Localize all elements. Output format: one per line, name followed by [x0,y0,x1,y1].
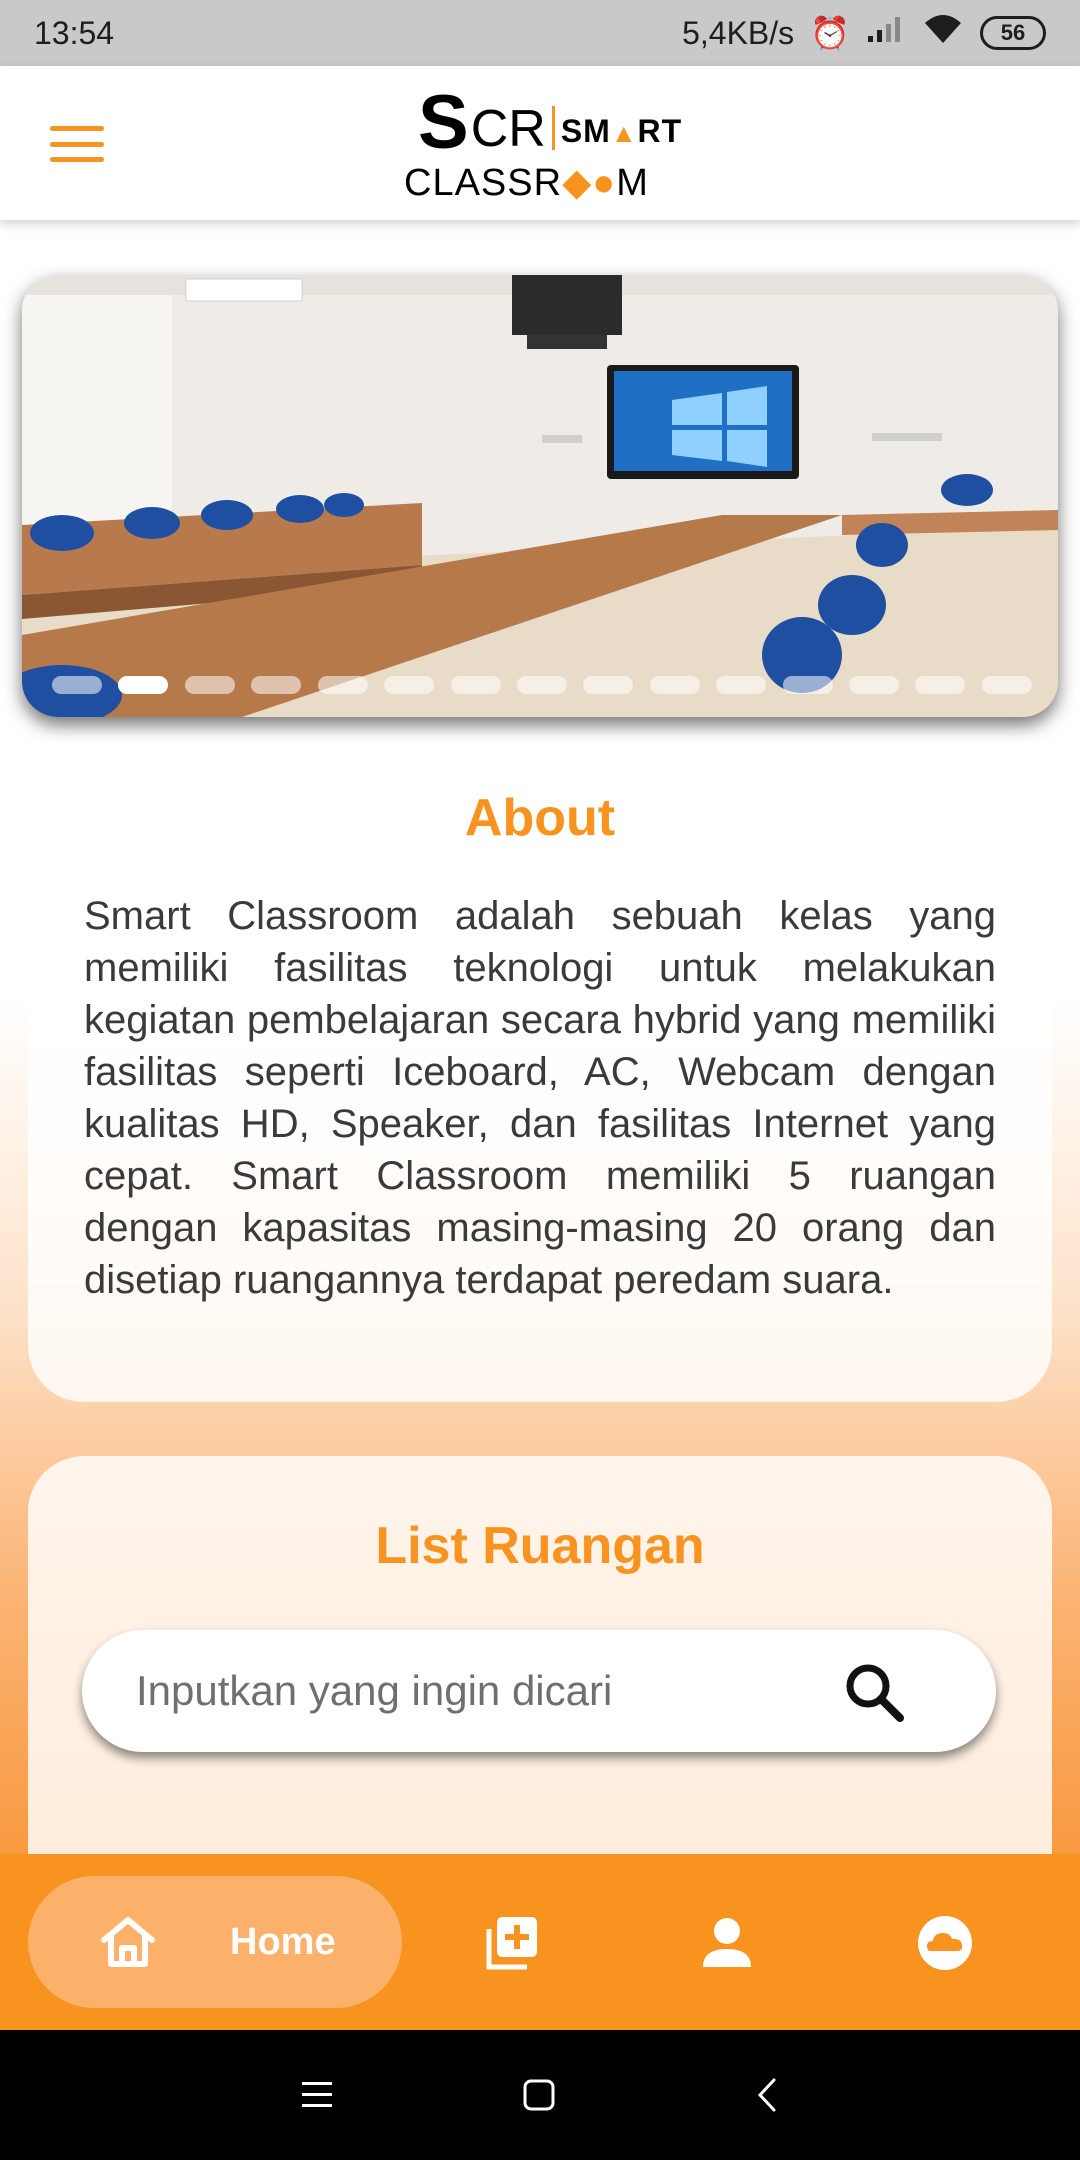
home-icon [101,1917,155,1967]
back-icon[interactable] [756,2077,778,2113]
nav-cloud-button[interactable] [890,1888,1000,1998]
carousel-dot[interactable] [450,676,501,694]
nav-add-room-button[interactable] [456,1888,566,1998]
about-title: About [464,789,616,847]
search-input[interactable] [136,1658,816,1724]
carousel-dot[interactable] [52,676,102,694]
carousel-dot[interactable] [849,676,900,694]
recents-icon[interactable] [300,2080,334,2110]
carousel-dot[interactable] [649,676,700,694]
network-speed: 5,4KB/s [682,14,795,51]
carousel-dot[interactable] [317,676,368,694]
carousel-dot[interactable] [184,676,235,694]
room-list-title: List Ruangan [375,1517,705,1575]
app-header: S CR SM▲RT CLASSR◆●M [0,66,1080,220]
signal-icon [866,14,906,52]
hamburger-icon[interactable] [50,126,104,162]
nav-profile-button[interactable] [672,1888,782,1998]
about-text: Smart Classroom adalah sebuah kelas yang… [84,894,996,1302]
search-bar [82,1630,996,1752]
smart-classroom-logo: S CR SM▲RT CLASSR◆●M [404,80,683,205]
battery-icon: 56 [980,16,1046,50]
nav-home-label: Home [230,1921,336,1963]
person-icon [703,1918,751,1967]
carousel-dot[interactable] [384,676,435,694]
classroom-photo [22,275,1058,717]
carousel-indicator [52,676,1032,694]
alarm-icon: ⏰ [810,15,850,51]
search-icon[interactable] [842,1660,908,1726]
room-list-card: List Ruangan [28,1456,1052,1876]
add-box-icon [486,1917,537,1970]
carousel-dot[interactable] [782,676,833,694]
carousel-dot[interactable] [716,676,767,694]
classroom-carousel[interactable] [22,275,1058,717]
status-icons: 5,4KB/s ⏰ 56 [682,13,1046,53]
wifi-icon [922,13,964,53]
carousel-dot[interactable] [915,676,966,694]
carousel-dot[interactable] [251,676,302,694]
about-card: About Smart Classroom adalah sebuah kela… [28,744,1052,1402]
carousel-dot[interactable] [516,676,567,694]
system-nav-bar [0,2030,1080,2160]
battery-level: 56 [1000,20,1026,45]
bottom-nav: Home [0,1854,1080,2030]
carousel-dot[interactable] [981,676,1032,694]
carousel-dot[interactable] [583,676,634,694]
status-bar: 13:54 5,4KB/s ⏰ 56 [0,0,1080,66]
status-time: 13:54 [34,14,115,51]
nav-home-button[interactable]: Home [28,1876,402,2008]
cloud-icon [918,1916,972,1970]
carousel-dot[interactable] [118,676,169,694]
home-square-icon[interactable] [522,2078,556,2112]
